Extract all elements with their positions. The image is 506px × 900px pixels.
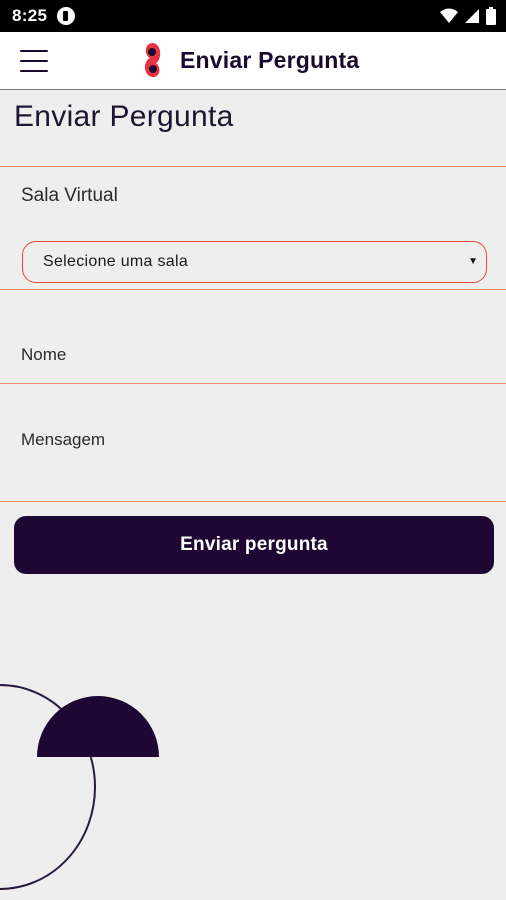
mensagem-field[interactable]: Mensagem [0,384,506,502]
sala-virtual-label: Sala Virtual [21,185,118,206]
dropdown-arrow-icon: ▼ [468,256,478,267]
status-time: 8:25 [12,6,48,25]
battery-icon [486,7,496,25]
app-bar-title: Enviar Pergunta [180,46,360,73]
nome-label: Nome [21,345,67,364]
signal-icon [465,9,479,23]
sala-virtual-section: Sala Virtual Selecione uma sala ▼ [0,166,506,290]
decorative-shapes [0,684,159,890]
submit-button[interactable]: Enviar pergunta [14,516,494,574]
brand: Enviar Pergunta [140,40,359,80]
app-notification-icon [57,7,76,25]
brand-logo-icon [144,43,161,78]
wifi-icon [440,8,458,23]
sala-select-value: Selecione uma sala [43,253,189,270]
nome-field[interactable]: Nome [0,290,506,384]
app-bar: Enviar Pergunta [0,32,506,90]
page-title: Enviar Pergunta [14,100,234,133]
hamburger-menu-icon[interactable] [20,50,48,72]
status-bar: 8:25 [0,0,506,32]
mensagem-label: Mensagem [21,430,106,449]
sala-select[interactable]: Selecione uma sala ▼ [22,241,487,283]
